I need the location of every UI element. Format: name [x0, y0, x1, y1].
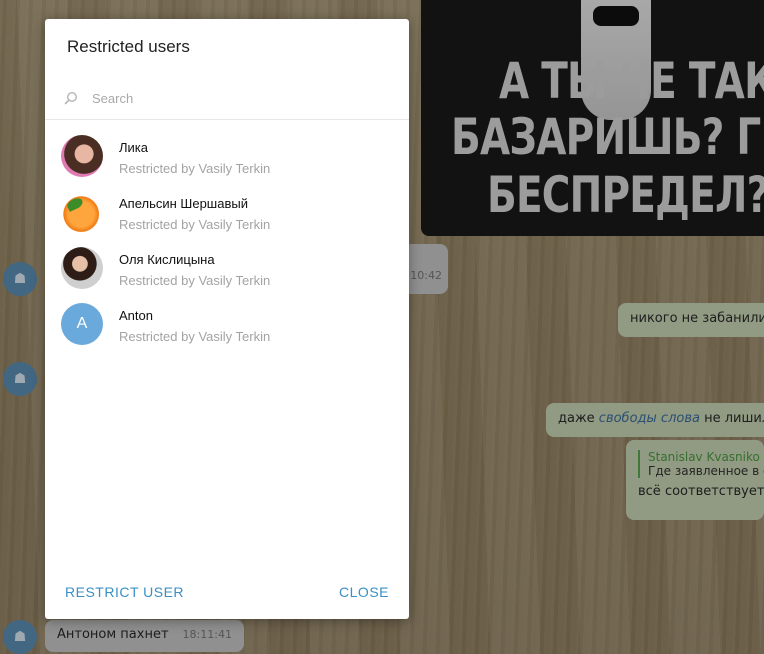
user-name: Оля Кислицына	[119, 252, 215, 267]
search-input[interactable]	[92, 87, 392, 109]
user-name: Апельсин Шершавый	[119, 196, 248, 211]
restrict-user-button[interactable]: RESTRICT USER	[65, 584, 184, 600]
user-name: Anton	[119, 308, 153, 323]
search-icon	[64, 91, 78, 105]
restricted-users-dialog: Restricted users Лика Restricted by Vasi…	[45, 19, 409, 619]
user-row[interactable]: Оля Кислицына Restricted by Vasily Terki…	[45, 241, 409, 297]
user-status: Restricted by Vasily Terkin	[119, 217, 271, 232]
user-row[interactable]: A Anton Restricted by Vasily Terkin	[45, 297, 409, 353]
avatar	[61, 135, 103, 177]
close-button[interactable]: CLOSE	[339, 584, 389, 600]
user-row[interactable]: Лика Restricted by Vasily Terkin	[45, 129, 409, 185]
dialog-title: Restricted users	[67, 37, 190, 56]
avatar	[61, 191, 103, 233]
user-name: Лика	[119, 140, 148, 155]
orange-leaf-icon	[65, 196, 85, 212]
user-row[interactable]: Апельсин Шершавый Restricted by Vasily T…	[45, 185, 409, 241]
restricted-user-list: Лика Restricted by Vasily Terkin Апельси…	[45, 129, 409, 353]
search-bar	[45, 79, 409, 120]
user-status: Restricted by Vasily Terkin	[119, 161, 271, 176]
avatar	[61, 247, 103, 289]
avatar-letter: A	[61, 303, 103, 345]
user-status: Restricted by Vasily Terkin	[119, 273, 271, 288]
user-status: Restricted by Vasily Terkin	[119, 329, 271, 344]
